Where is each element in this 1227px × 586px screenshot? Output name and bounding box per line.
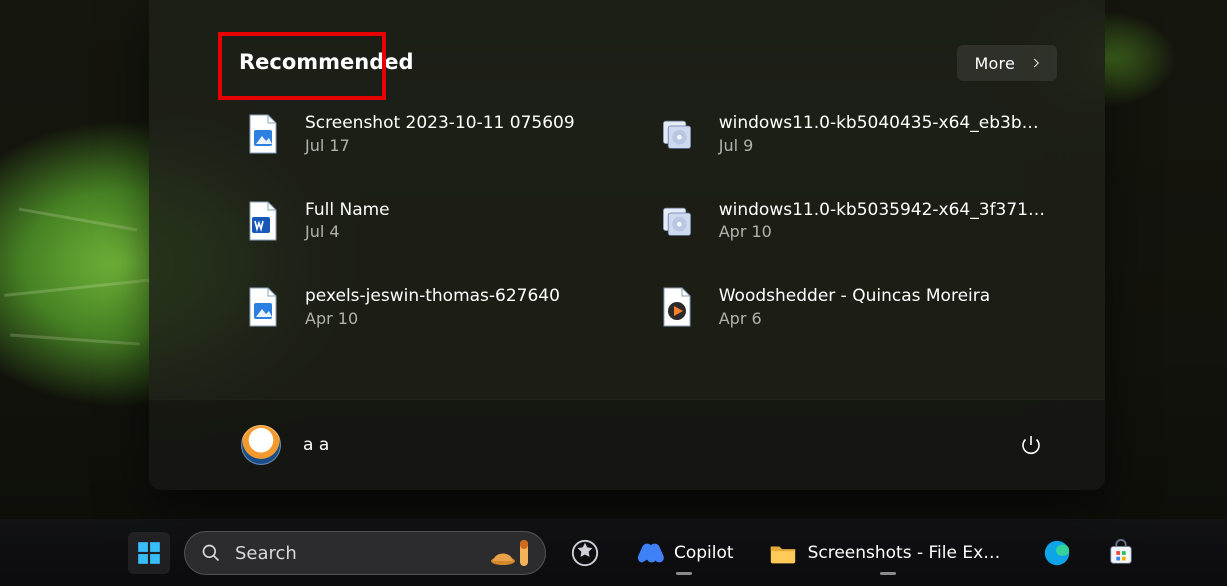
user-avatar[interactable]: [241, 425, 281, 465]
microsoft-store-icon: [1106, 538, 1136, 568]
taskbar-search[interactable]: Search: [184, 531, 546, 575]
image-file-icon: [243, 114, 283, 154]
more-button-label: More: [975, 54, 1015, 73]
taskbar-widgets[interactable]: [560, 529, 610, 577]
taskbar-store[interactable]: [1096, 529, 1146, 577]
recommended-item-name: Woodshedder - Quincas Moreira: [719, 285, 990, 308]
taskbar-edge[interactable]: [1032, 529, 1082, 577]
recommended-item-name: Full Name: [305, 199, 390, 222]
recommended-heading: Recommended: [239, 50, 414, 74]
user-account-name[interactable]: a a: [303, 435, 329, 455]
edge-icon: [1042, 538, 1072, 568]
recommended-item-date: Apr 6: [719, 308, 990, 330]
taskbar-item-label: Copilot: [674, 543, 734, 563]
search-icon: [201, 543, 221, 563]
copilot-icon: [634, 538, 664, 568]
recommended-item[interactable]: windows11.0-kb5040435-x64_eb3b… Jul 9: [653, 110, 1049, 159]
msu-file-icon: [657, 114, 697, 154]
recommended-item-date: Apr 10: [719, 221, 1045, 243]
taskbar-search-placeholder: Search: [235, 543, 297, 564]
recommended-item[interactable]: Full Name Jul 4: [239, 197, 623, 246]
taskbar-copilot[interactable]: Copilot: [624, 529, 744, 577]
recommended-item-name: pexels-jeswin-thomas-627640: [305, 285, 560, 308]
start-menu-footer: a a: [149, 399, 1105, 490]
power-icon: [1019, 433, 1043, 457]
recommended-item[interactable]: windows11.0-kb5035942-x64_3f371… Apr 10: [653, 197, 1049, 246]
recommended-item-name: windows11.0-kb5040435-x64_eb3b…: [719, 112, 1039, 135]
recommended-item-name: Screenshot 2023-10-11 075609: [305, 112, 575, 135]
windows-logo-icon: [136, 540, 162, 566]
taskbar-file-explorer[interactable]: Screenshots - File Explo: [758, 529, 1018, 577]
taskbar-item-label: Screenshots - File Explo: [808, 543, 1008, 563]
folder-icon: [768, 538, 798, 568]
recommended-item-date: Jul 9: [719, 135, 1039, 157]
word-file-icon: [243, 201, 283, 241]
recommended-item-date: Jul 4: [305, 221, 390, 243]
recommended-item-name: windows11.0-kb5035942-x64_3f371…: [719, 199, 1045, 222]
msu-file-icon: [657, 201, 697, 241]
chevron-right-icon: [1029, 56, 1043, 70]
search-highlight-art: [489, 538, 531, 568]
recommended-item-date: Jul 17: [305, 135, 575, 157]
image-file-icon: [243, 287, 283, 327]
start-button[interactable]: [128, 532, 170, 574]
video-file-icon: [657, 287, 697, 327]
recommended-item[interactable]: Woodshedder - Quincas Moreira Apr 6: [653, 283, 1049, 332]
recommended-grid: Screenshot 2023-10-11 075609 Jul 17 wind…: [239, 110, 1049, 332]
power-button[interactable]: [1011, 425, 1051, 465]
recommended-item-date: Apr 10: [305, 308, 560, 330]
recommended-more-button[interactable]: More: [957, 45, 1057, 81]
recommended-item[interactable]: Screenshot 2023-10-11 075609 Jul 17: [239, 110, 623, 159]
start-menu-panel: Recommended More Screenshot 2023-10-11 0…: [149, 0, 1105, 490]
recommended-item[interactable]: pexels-jeswin-thomas-627640 Apr 10: [239, 283, 623, 332]
widgets-icon: [570, 538, 600, 568]
taskbar: Search Copilot Screenshots - File Ex: [0, 519, 1227, 586]
